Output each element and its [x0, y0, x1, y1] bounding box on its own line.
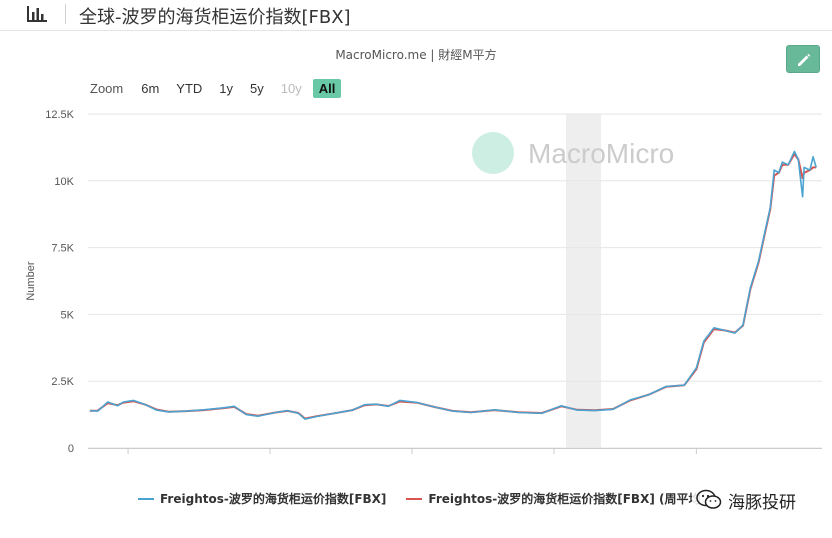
y-tick-label: 0 [68, 443, 74, 454]
zoom-6m-button[interactable]: 6m [135, 79, 165, 98]
zoom-label: Zoom [90, 80, 124, 96]
y-axis-label: Number [25, 261, 37, 300]
series-line-0 [89, 150, 817, 420]
wechat-badge-text: 海豚投研 [728, 492, 796, 513]
wechat-badge: 海豚投研 [692, 482, 802, 518]
legend-item-fbx-weekly[interactable]: Freightos-波罗的海货柜运价指数[FBX] (周平均 [406, 490, 700, 507]
bar-chart-icon [27, 6, 47, 22]
y-tick-label: 7.5K [51, 243, 74, 255]
watermark-logo-icon [472, 132, 514, 174]
legend-item-fbx[interactable]: Freightos-波罗的海货柜运价指数[FBX] [138, 490, 386, 507]
chart-source-label: MacroMicro.me | 財經M平方 [335, 48, 497, 62]
zoom-controls: Zoom 6m YTD 1y 5y 10y All [90, 76, 346, 100]
legend-label-fbx: Freightos-波罗的海货柜运价指数[FBX] [160, 492, 387, 506]
y-tick-label: 12.5K [45, 109, 74, 121]
y-tick-label: 10K [54, 176, 74, 188]
legend-swatch-blue [138, 497, 154, 500]
y-tick-label: 5K [61, 309, 75, 321]
legend-swatch-red [406, 497, 423, 500]
chart-legend: Freightos-波罗的海货柜运价指数[FBX] Freightos-波罗的海… [138, 490, 720, 507]
chart-panel: MacroMicro02.5K5K7.5K10K12.5K20172018201… [0, 34, 832, 538]
zoom-5y-button[interactable]: 5y [244, 79, 270, 98]
wechat-icon [696, 489, 722, 509]
pencil-icon [798, 53, 811, 66]
watermark-text: MacroMicro [528, 138, 674, 169]
header-divider [65, 4, 66, 24]
y-tick-label: 2.5K [51, 376, 74, 388]
page-title: 全球-波罗的海货柜运价指数[FBX] [79, 7, 351, 28]
zoom-1y-button[interactable]: 1y [213, 79, 239, 98]
zoom-ytd-button[interactable]: YTD [170, 79, 208, 98]
legend-label-fbx-weekly: Freightos-波罗的海货柜运价指数[FBX] (周平均 [428, 492, 701, 506]
edit-button[interactable] [786, 45, 820, 73]
zoom-all-button[interactable]: All [312, 78, 342, 98]
series-line-1 [89, 153, 817, 420]
zoom-10y-button[interactable]: 10y [275, 79, 308, 98]
header-bar: 全球-波罗的海货柜运价指数[FBX] [0, 0, 832, 31]
